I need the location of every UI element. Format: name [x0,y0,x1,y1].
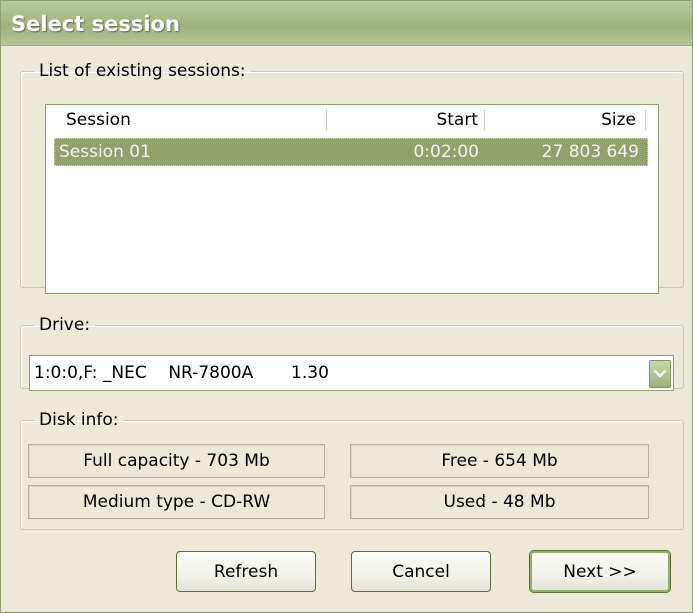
full-capacity-field: Full capacity - 703 Mb [28,444,325,478]
drive-select[interactable]: 1:0:0,F: _NEC NR-7800A 1.30 [29,355,674,391]
free-space-field: Free - 654 Mb [350,444,649,478]
disk-info-legend: Disk info: [39,410,119,430]
sessions-list[interactable]: Session Start Size Session 01 0:02:00 27… [45,104,659,294]
next-button[interactable]: Next >> [530,551,670,592]
column-divider[interactable] [645,110,647,130]
session-start-cell: 0:02:00 [413,142,479,162]
window-title: Select session [11,12,180,36]
dropdown-button[interactable] [649,360,671,388]
title-bar[interactable]: Select session [1,1,692,46]
drive-group: Drive: 1:0:0,F: _NEC NR-7800A 1.30 [20,315,684,391]
sessions-legend: List of existing sessions: [39,61,246,81]
session-row[interactable]: Session 01 0:02:00 27 803 649 [54,138,648,166]
column-header-start[interactable]: Start [328,109,478,131]
used-space-field: Used - 48 Mb [350,485,649,519]
refresh-button[interactable]: Refresh [176,551,316,592]
column-header-session[interactable]: Session [66,109,131,131]
drive-selected-value: 1:0:0,F: _NEC NR-7800A 1.30 [34,363,329,383]
medium-type-field: Medium type - CD-RW [28,485,325,519]
column-header-size[interactable]: Size [486,109,636,131]
cancel-button[interactable]: Cancel [351,551,491,592]
select-session-dialog: Select session List of existing sessions… [0,0,693,613]
drive-legend: Drive: [39,315,91,335]
session-name-cell: Session 01 [59,142,151,162]
chevron-down-icon [654,370,666,378]
session-size-cell: 27 803 649 [541,142,639,162]
sessions-group: List of existing sessions: Session Start… [20,61,684,294]
sessions-list-header: Session Start Size [46,105,658,133]
disk-info-group: Disk info: Full capacity - 703 Mb Free -… [20,410,684,530]
